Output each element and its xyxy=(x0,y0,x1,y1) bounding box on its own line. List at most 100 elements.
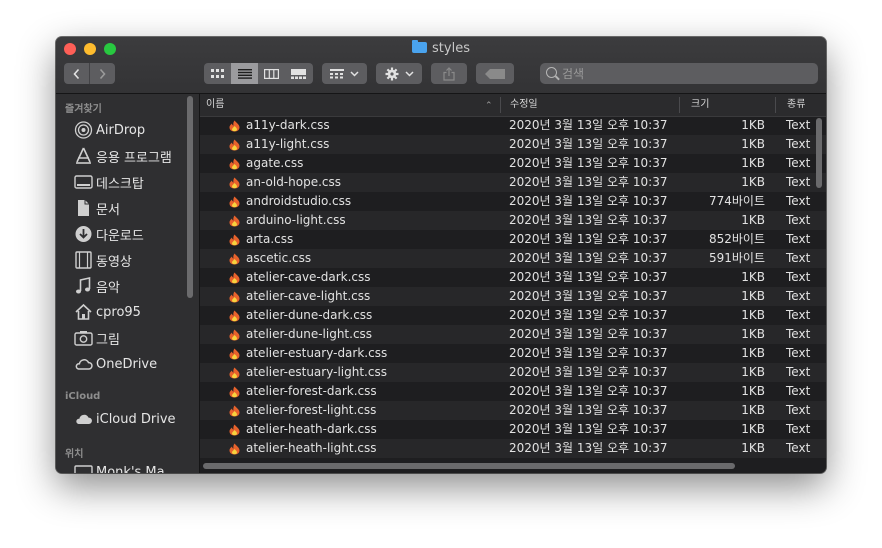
column-header-name[interactable]: 이름 xyxy=(206,94,224,116)
pictures-icon xyxy=(74,331,93,346)
forward-button[interactable] xyxy=(90,63,115,84)
table-row[interactable]: atelier-heath-dark.css 2020년 3월 13일 오후 10… xyxy=(200,420,826,439)
file-size: 1KB xyxy=(741,289,765,303)
sidebar-item-label: 동영상 xyxy=(96,254,132,270)
file-kind: Text xyxy=(786,232,811,246)
table-row[interactable]: atelier-estuary-dark.css 2020년 3월 13일 오후 … xyxy=(200,344,826,363)
navigation-buttons xyxy=(64,63,115,84)
file-date-modified: 2020년 3월 13일 오후 10:37 xyxy=(509,175,668,189)
file-date-modified: 2020년 3월 13일 오후 10:37 xyxy=(509,346,668,360)
sidebar-item-documents[interactable]: 문서 xyxy=(74,198,120,218)
sort-ascending-icon: ⌃ xyxy=(485,101,493,111)
file-size: 774바이트 xyxy=(708,194,765,208)
sidebar-item-label: iCloud Drive xyxy=(96,411,176,427)
search-field[interactable] xyxy=(540,63,818,84)
share-button[interactable] xyxy=(431,63,467,84)
sidebar-item-desktop[interactable]: 데스크탑 xyxy=(74,172,144,192)
column-view-icon xyxy=(264,68,279,79)
back-button[interactable] xyxy=(64,63,89,84)
css-file-icon xyxy=(229,405,240,417)
css-file-icon xyxy=(229,386,240,398)
table-row[interactable]: atelier-cave-light.css 2020년 3월 13일 오후 10… xyxy=(200,287,826,306)
file-kind: Text xyxy=(786,403,811,417)
file-date-modified: 2020년 3월 13일 오후 10:37 xyxy=(509,308,668,322)
icon-view-button[interactable] xyxy=(204,63,231,84)
sidebar-item-music[interactable]: 음악 xyxy=(74,276,120,296)
table-row[interactable]: atelier-heath-light.css 2020년 3월 13일 오후 1… xyxy=(200,439,826,458)
sidebar-section-favorites: 즐겨찾기 xyxy=(65,104,102,115)
table-row[interactable]: a11y-light.css 2020년 3월 13일 오후 10:37 1KB Te… xyxy=(200,135,826,154)
window-title-text: styles xyxy=(432,41,470,56)
sidebar-item-airdrop[interactable]: AirDrop xyxy=(74,120,145,140)
desktop-icon xyxy=(74,175,93,189)
column-resize-handle[interactable] xyxy=(500,97,501,113)
file-kind: Text xyxy=(786,156,811,170)
file-kind: Text xyxy=(786,213,811,227)
gallery-view-button[interactable] xyxy=(285,63,312,84)
icloud-icon xyxy=(76,414,92,424)
table-row[interactable]: a11y-dark.css 2020년 3월 13일 오후 10:37 1KB Tex… xyxy=(200,116,826,135)
sidebar-item-pictures[interactable]: 그림 xyxy=(74,328,120,348)
column-resize-handle[interactable] xyxy=(679,97,680,113)
column-view-button[interactable] xyxy=(258,63,285,84)
table-row[interactable]: atelier-cave-dark.css 2020년 3월 13일 오후 10:… xyxy=(200,268,826,287)
file-kind: Text xyxy=(786,422,811,436)
tag-button[interactable] xyxy=(476,63,514,84)
sidebar-item-label: AirDrop xyxy=(96,122,146,138)
group-button[interactable] xyxy=(322,63,367,84)
file-name: arta.css xyxy=(246,232,294,246)
file-size: 1KB xyxy=(741,270,765,284)
chevron-down-icon xyxy=(404,70,414,77)
file-kind: Text xyxy=(786,441,811,455)
horizontal-scrollbar[interactable] xyxy=(203,463,735,469)
chevron-right-icon xyxy=(99,68,106,79)
file-rows: a11y-dark.css 2020년 3월 13일 오후 10:37 1KB Tex… xyxy=(200,116,826,458)
file-size: 1KB xyxy=(741,175,765,189)
sidebar-scrollbar[interactable] xyxy=(187,96,193,298)
file-date-modified: 2020년 3월 13일 오후 10:37 xyxy=(509,289,668,303)
file-kind: Text xyxy=(786,289,811,303)
table-row[interactable]: arduino-light.css 2020년 3월 13일 오후 10:37 1K… xyxy=(200,211,826,230)
file-date-modified: 2020년 3월 13일 오후 10:37 xyxy=(509,422,668,436)
css-file-icon xyxy=(229,158,240,170)
sidebar-item-downloads[interactable]: 다운로드 xyxy=(74,224,144,244)
sidebar-item-applications[interactable]: 응용 프로그램 xyxy=(74,146,172,166)
table-row[interactable]: arta.css 2020년 3월 13일 오후 10:37 852바이트 Text xyxy=(200,230,826,249)
file-name: arduino-light.css xyxy=(246,213,346,227)
table-row[interactable]: atelier-estuary-light.css 2020년 3월 13일 오후… xyxy=(200,363,826,382)
css-file-icon xyxy=(229,443,240,455)
sidebar-item-computer[interactable]: Monk's Ma xyxy=(74,462,165,473)
column-header-size[interactable]: 크기 xyxy=(691,94,709,116)
table-row[interactable]: an-old-hope.css 2020년 3월 13일 오후 10:37 1KB T… xyxy=(200,173,826,192)
sidebar-item-label: OneDrive xyxy=(96,356,158,372)
file-kind: Text xyxy=(786,194,811,208)
table-row[interactable]: atelier-dune-dark.css 2020년 3월 13일 오후 10:… xyxy=(200,306,826,325)
file-name: atelier-cave-dark.css xyxy=(246,270,371,284)
table-row[interactable]: atelier-forest-dark.css 2020년 3월 13일 오후 1… xyxy=(200,382,826,401)
sidebar-item-home[interactable]: cpro95 xyxy=(74,302,141,322)
sidebar-item-icloud-drive[interactable]: iCloud Drive xyxy=(74,409,176,429)
column-resize-handle[interactable] xyxy=(775,97,776,113)
file-kind: Text xyxy=(786,308,811,322)
search-input[interactable] xyxy=(562,63,812,84)
list-view-button[interactable] xyxy=(231,63,258,84)
table-row[interactable]: androidstudio.css 2020년 3월 13일 오후 10:37 77… xyxy=(200,192,826,211)
table-row[interactable]: agate.css 2020년 3월 13일 오후 10:37 1KB Text xyxy=(200,154,826,173)
airdrop-icon xyxy=(74,121,93,139)
table-row[interactable]: atelier-dune-light.css 2020년 3월 13일 오후 10… xyxy=(200,325,826,344)
file-size: 1KB xyxy=(741,156,765,170)
sidebar-item-label: 다운로드 xyxy=(96,228,144,244)
sidebar-section-icloud: iCloud xyxy=(65,391,101,402)
column-header-kind[interactable]: 종류 xyxy=(787,94,805,116)
column-header-date[interactable]: 수정일 xyxy=(510,94,538,116)
group-icon xyxy=(330,68,344,78)
sidebar-item-label: 음악 xyxy=(96,280,120,296)
sidebar-item-movies[interactable]: 동영상 xyxy=(74,250,132,270)
sidebar-item-onedrive[interactable]: OneDrive xyxy=(74,354,157,374)
vertical-scrollbar[interactable] xyxy=(816,118,822,188)
table-row[interactable]: ascetic.css 2020년 3월 13일 오후 10:37 591바이트 Te… xyxy=(200,249,826,268)
sidebar-section-locations: 위치 xyxy=(65,449,84,460)
table-row[interactable]: atelier-forest-light.css 2020년 3월 13일 오후 … xyxy=(200,401,826,420)
action-button[interactable] xyxy=(376,63,422,84)
column-header: 이름 ⌃ 수정일 크기 종류 xyxy=(200,94,826,117)
